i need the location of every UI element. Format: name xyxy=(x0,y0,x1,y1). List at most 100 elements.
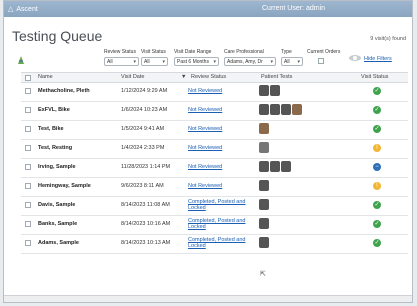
row-checkbox[interactable] xyxy=(25,88,31,94)
care-professional-select[interactable]: Adams, Amy, Dr ▾ xyxy=(224,57,276,66)
patient-tests xyxy=(259,180,269,191)
sort-descending-icon[interactable]: ▼ xyxy=(181,74,186,80)
patient-test-icon[interactable] xyxy=(259,161,269,172)
row-checkbox[interactable] xyxy=(25,164,31,170)
patient-name[interactable]: Test, Bike xyxy=(38,126,64,132)
patient-tests xyxy=(259,218,269,229)
type-select[interactable]: All ▾ xyxy=(281,57,303,66)
patient-tests xyxy=(259,142,269,153)
page-title: Testing Queue xyxy=(12,28,103,44)
review-status-link[interactable]: Not Reviewed xyxy=(188,126,250,132)
filter-label-current-orders: Current Orders xyxy=(307,49,341,55)
review-status-link[interactable]: Not Reviewed xyxy=(188,183,250,189)
patient-test-icon[interactable] xyxy=(259,142,269,153)
patient-name[interactable]: Adams, Sample xyxy=(38,240,79,246)
filter-label-visit-status: Visit Status xyxy=(141,49,166,55)
patient-name[interactable]: Test, Resting xyxy=(38,145,72,151)
review-status-link[interactable]: Completed, Posted and Locked xyxy=(188,199,250,211)
patient-test-icon[interactable] xyxy=(259,218,269,229)
patient-test-icon[interactable] xyxy=(259,180,269,191)
column-patient-tests: Patient Tests xyxy=(261,74,293,80)
row-checkbox[interactable] xyxy=(25,126,31,132)
visit-date-range-select[interactable]: Past 6 Months ▾ xyxy=(174,57,219,66)
patient-test-icon[interactable] xyxy=(270,161,280,172)
visit-status-select[interactable]: All ▾ xyxy=(141,57,168,66)
row-checkbox[interactable] xyxy=(25,107,31,113)
table-row[interactable]: Hemingway, Sample 9/6/2023 8:11 AM Not R… xyxy=(21,177,408,197)
row-checkbox[interactable] xyxy=(25,202,31,208)
visit-count: 9 visit(s) found xyxy=(370,36,406,42)
visit-date: 9/6/2023 8:11 AM xyxy=(121,183,164,189)
row-checkbox[interactable] xyxy=(25,221,31,227)
filter-label-review-status: Review Status xyxy=(104,49,136,55)
filter-label-care-professional: Care Professional xyxy=(224,49,264,55)
check-status-icon: ✓ xyxy=(373,106,381,114)
visit-date: 1/6/2024 10:23 AM xyxy=(121,107,168,113)
table-row[interactable]: Test, Bike 1/5/2024 9:41 AM Not Reviewed… xyxy=(21,120,408,140)
patient-name[interactable]: Irving, Sample xyxy=(38,164,76,170)
visit-date: 8/14/2023 10:13 AM xyxy=(121,240,171,246)
filter-label-visit-date-range: Visit Date Range xyxy=(174,49,212,55)
current-orders-checkbox[interactable] xyxy=(318,58,324,64)
filter-label-type: Type xyxy=(281,49,292,55)
table-row[interactable]: Methacholine, Pleth 1/12/2024 9:29 AM No… xyxy=(21,82,408,102)
current-user: Current User: admin xyxy=(262,5,326,12)
patient-test-icon[interactable] xyxy=(259,199,269,210)
patient-name[interactable]: Methacholine, Pleth xyxy=(38,88,90,94)
review-status-select[interactable]: All ▾ xyxy=(104,57,139,66)
row-checkbox[interactable] xyxy=(25,183,31,189)
patient-tests xyxy=(259,161,291,172)
patient-name[interactable]: ExFVL, Bike xyxy=(38,107,70,113)
patient-tests xyxy=(259,123,269,134)
patient-tests xyxy=(259,237,269,248)
brand-label: Ascent xyxy=(16,5,38,13)
row-checkbox[interactable] xyxy=(25,240,31,246)
heart-test-icon[interactable] xyxy=(259,123,269,134)
warning-status-icon: ! xyxy=(373,144,381,152)
app-window: △ Ascent Current User: admin Testing Que… xyxy=(3,0,413,303)
minus-status-icon: − xyxy=(373,163,381,171)
review-status-link[interactable]: Not Reviewed xyxy=(188,164,250,170)
top-bar: △ Ascent Current User: admin xyxy=(4,1,412,17)
row-checkbox[interactable] xyxy=(25,145,31,151)
eye-icon[interactable] xyxy=(349,55,361,61)
check-status-icon: ✓ xyxy=(373,239,381,247)
chevron-down-icon: ▾ xyxy=(213,59,216,65)
review-status-link[interactable]: Completed, Posted and Locked xyxy=(188,218,250,230)
patient-test-icon[interactable] xyxy=(259,237,269,248)
review-status-link[interactable]: Completed, Posted and Locked xyxy=(188,237,250,249)
heart-test-icon[interactable] xyxy=(292,104,302,115)
patient-tests xyxy=(259,104,302,115)
chevron-down-icon: ▾ xyxy=(133,59,136,65)
table-row[interactable]: ExFVL, Bike 1/6/2024 10:23 AM Not Review… xyxy=(21,101,408,121)
table-row[interactable]: Banks, Sample 8/14/2023 10:16 AM Complet… xyxy=(21,215,408,235)
table-row[interactable]: Davis, Sample 8/14/2023 11:08 AM Complet… xyxy=(21,196,408,216)
review-status-link[interactable]: Not Reviewed xyxy=(188,88,250,94)
patient-test-icon[interactable] xyxy=(259,85,269,96)
review-status-link[interactable]: Not Reviewed xyxy=(188,107,250,113)
patient-name[interactable]: Banks, Sample xyxy=(38,221,77,227)
patient-name[interactable]: Hemingway, Sample xyxy=(38,183,91,189)
table-row[interactable]: Irving, Sample 11/28/2023 1:14 PM Not Re… xyxy=(21,158,408,178)
warning-status-icon: ! xyxy=(373,182,381,190)
patient-test-icon[interactable] xyxy=(270,104,280,115)
patient-test-icon[interactable] xyxy=(270,85,280,96)
column-name[interactable]: Name xyxy=(38,74,53,80)
patient-test-icon[interactable] xyxy=(259,104,269,115)
column-review-status[interactable]: Review Status xyxy=(191,74,226,80)
review-status-link[interactable]: Not Reviewed xyxy=(188,145,250,151)
horizontal-scrollbar[interactable] xyxy=(4,295,412,302)
column-visit-date[interactable]: Visit Date xyxy=(121,74,144,80)
column-visit-status[interactable]: Visit Status xyxy=(361,74,388,80)
patient-test-icon[interactable] xyxy=(281,161,291,172)
visit-date: 8/14/2023 11:08 AM xyxy=(121,202,170,208)
hide-filters-link[interactable]: Hide Filters xyxy=(364,56,392,62)
chevron-down-icon: ▾ xyxy=(162,59,165,65)
brand[interactable]: △ Ascent xyxy=(8,5,38,14)
table-row[interactable]: Test, Resting 1/4/2024 2:33 PM Not Revie… xyxy=(21,139,408,159)
patient-name[interactable]: Davis, Sample xyxy=(38,202,75,208)
patient-test-icon[interactable] xyxy=(281,104,291,115)
check-status-icon: ✓ xyxy=(373,201,381,209)
visit-date: 1/12/2024 9:29 AM xyxy=(121,88,168,94)
table-row[interactable]: Adams, Sample 8/14/2023 10:13 AM Complet… xyxy=(21,234,408,254)
